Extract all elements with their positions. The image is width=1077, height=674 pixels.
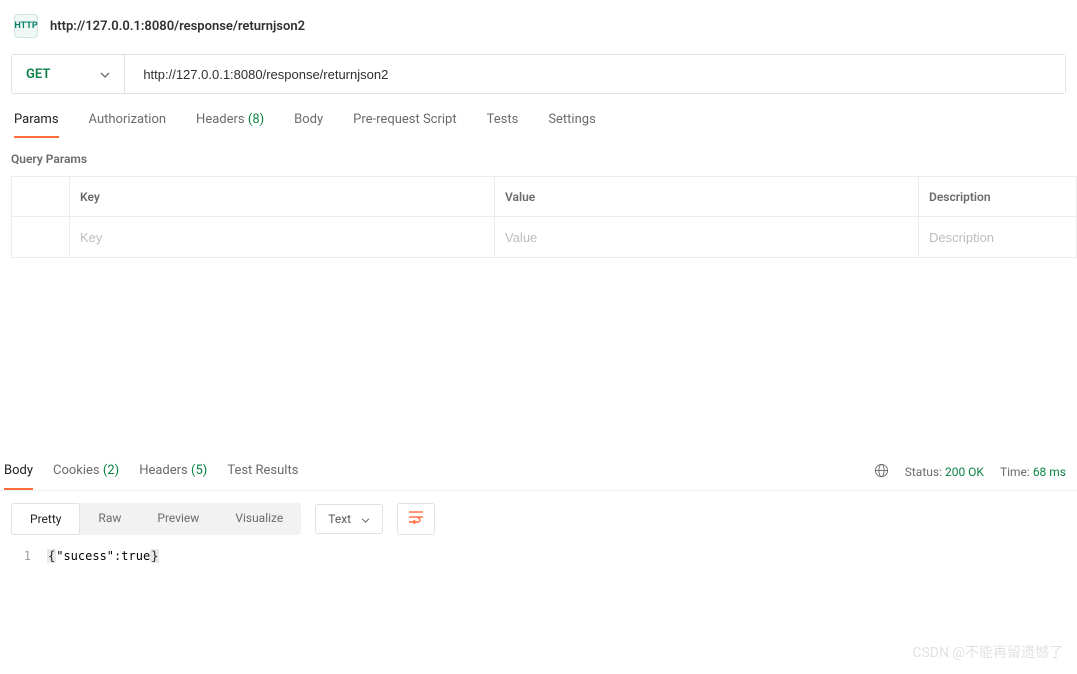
view-preview[interactable]: Preview xyxy=(139,503,217,535)
tab-prerequest[interactable]: Pre-request Script xyxy=(353,112,456,138)
body-view-tabs: Pretty Raw Preview Visualize xyxy=(11,503,301,535)
view-visualize[interactable]: Visualize xyxy=(217,503,301,535)
chevron-down-icon xyxy=(100,67,110,82)
response-tabs: Body Cookies (2) Headers (5) Test Result… xyxy=(4,453,298,490)
resp-tab-cookies[interactable]: Cookies (2) xyxy=(53,453,119,490)
response-body-code[interactable]: 1 {"sucess":true} xyxy=(0,543,1077,569)
json-key: "sucess" xyxy=(56,549,114,563)
table-row xyxy=(12,217,1076,257)
http-method-value: GET xyxy=(26,67,50,82)
response-body-line: {"sucess":true} xyxy=(47,549,159,563)
view-raw[interactable]: Raw xyxy=(80,503,139,535)
header-key: Key xyxy=(70,177,495,216)
status-value: 200 OK xyxy=(945,465,984,479)
key-input[interactable] xyxy=(80,230,484,245)
body-language-select[interactable]: Text xyxy=(315,504,383,534)
resp-headers-label: Headers xyxy=(139,463,188,478)
value-input[interactable] xyxy=(505,230,908,245)
tab-settings[interactable]: Settings xyxy=(548,112,595,138)
globe-icon[interactable] xyxy=(874,463,889,481)
watermark: CSDN @不能再留遗憾了 xyxy=(912,642,1063,662)
query-params-label: Query Params xyxy=(0,138,1077,176)
row-checkbox-cell[interactable] xyxy=(12,217,70,257)
resp-tab-test-results[interactable]: Test Results xyxy=(227,453,298,490)
line-number: 1 xyxy=(11,549,47,563)
time-value: 68 ms xyxy=(1033,465,1066,479)
tab-params[interactable]: Params xyxy=(14,112,59,138)
resp-tab-headers[interactable]: Headers (5) xyxy=(139,453,207,490)
resp-cookies-label: Cookies xyxy=(53,463,100,478)
request-title: http://127.0.0.1:8080/response/returnjso… xyxy=(50,19,305,34)
resp-tab-body[interactable]: Body xyxy=(4,453,33,490)
open-brace: { xyxy=(47,549,56,563)
status-block: Status: 200 OK xyxy=(905,465,984,479)
body-language-value: Text xyxy=(328,512,351,526)
checkbox-header xyxy=(12,177,70,216)
http-method-icon: HTTP xyxy=(14,14,38,38)
close-brace: } xyxy=(150,549,159,563)
tab-headers-label: Headers xyxy=(196,112,245,127)
tab-tests[interactable]: Tests xyxy=(487,112,519,138)
tab-headers[interactable]: Headers (8) xyxy=(196,112,264,138)
description-input[interactable] xyxy=(929,230,1066,245)
header-value: Value xyxy=(495,177,919,216)
response-meta: Status: 200 OK Time: 68 ms xyxy=(874,463,1066,481)
json-value: true xyxy=(121,549,150,563)
view-pretty[interactable]: Pretty xyxy=(11,503,80,535)
chevron-down-icon xyxy=(361,512,370,526)
table-header-row: Key Value Description xyxy=(12,177,1076,217)
time-label: Time: xyxy=(1000,465,1030,479)
tab-authorization[interactable]: Authorization xyxy=(89,112,167,138)
http-method-select[interactable]: GET xyxy=(12,55,125,93)
wrap-lines-button[interactable] xyxy=(397,503,435,535)
header-description: Description xyxy=(919,177,1076,216)
request-url-bar: GET xyxy=(11,54,1066,94)
body-toolbar: Pretty Raw Preview Visualize Text xyxy=(0,491,1077,543)
request-tabs: Params Authorization Headers (8) Body Pr… xyxy=(0,94,1077,138)
request-url-input[interactable] xyxy=(125,55,1065,93)
time-block: Time: 68 ms xyxy=(1000,465,1066,479)
resp-cookies-count: (2) xyxy=(103,463,119,478)
resp-headers-count: (5) xyxy=(191,463,207,478)
status-label: Status: xyxy=(905,465,942,479)
query-params-table: Key Value Description xyxy=(11,176,1077,258)
tab-headers-count: (8) xyxy=(248,112,264,127)
tab-body[interactable]: Body xyxy=(294,112,323,138)
